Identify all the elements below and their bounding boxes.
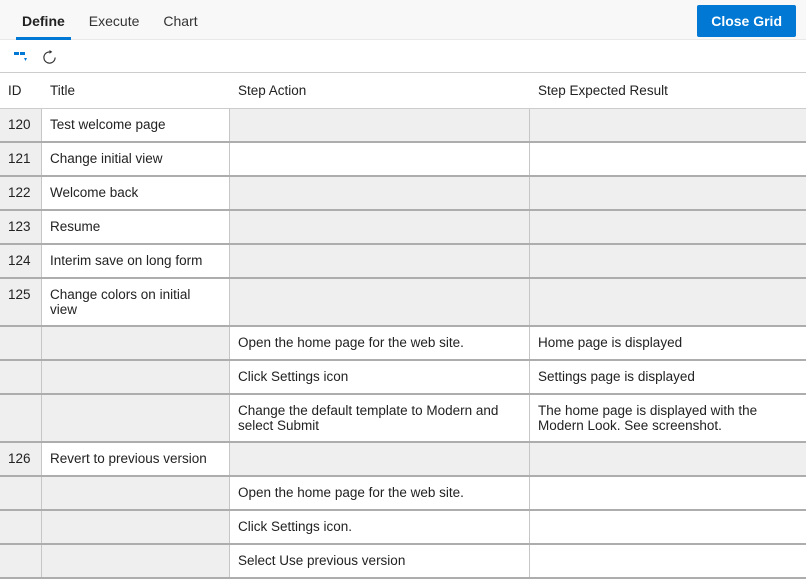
cell-id <box>0 477 42 509</box>
cell-step-action[interactable]: Open the home page for the web site. <box>230 477 530 509</box>
cell-step-action[interactable] <box>230 279 530 325</box>
table-row[interactable]: Click Settings iconSettings page is disp… <box>0 361 806 395</box>
cell-step-action[interactable] <box>230 143 530 175</box>
cell-step-result[interactable] <box>530 143 806 175</box>
table-row[interactable]: Change the default template to Modern an… <box>0 395 806 443</box>
cell-step-action[interactable]: Change the default template to Modern an… <box>230 395 530 441</box>
cell-title[interactable]: Test welcome page <box>42 109 230 141</box>
cell-id: 121 <box>0 143 42 175</box>
cell-step-action[interactable]: Click Settings icon <box>230 361 530 393</box>
cell-step-result[interactable] <box>530 477 806 509</box>
cell-id: 120 <box>0 109 42 141</box>
table-row[interactable]: 125Change colors on initial view <box>0 279 806 327</box>
cell-title[interactable] <box>42 511 230 543</box>
cell-title[interactable] <box>42 361 230 393</box>
table-row[interactable]: 121Change initial view <box>0 143 806 177</box>
tab-execute[interactable]: Execute <box>77 3 152 39</box>
cell-id: 123 <box>0 211 42 243</box>
cell-title[interactable]: Change initial view <box>42 143 230 175</box>
table-row[interactable]: Open the home page for the web site.Home… <box>0 327 806 361</box>
cell-id <box>0 545 42 577</box>
table-row[interactable]: 122Welcome back <box>0 177 806 211</box>
cell-step-result[interactable]: The home page is displayed with the Mode… <box>530 395 806 441</box>
cell-title[interactable]: Welcome back <box>42 177 230 209</box>
cell-id: 124 <box>0 245 42 277</box>
cell-step-action[interactable] <box>230 245 530 277</box>
cell-id: 122 <box>0 177 42 209</box>
cell-step-result[interactable]: Home page is displayed <box>530 327 806 359</box>
cell-step-result[interactable] <box>530 211 806 243</box>
table-row[interactable]: 123Resume <box>0 211 806 245</box>
tab-chart[interactable]: Chart <box>151 3 209 39</box>
cell-id <box>0 511 42 543</box>
col-header-title[interactable]: Title <box>42 73 230 108</box>
toolbar <box>0 40 806 72</box>
cell-step-action[interactable] <box>230 177 530 209</box>
cell-step-result[interactable] <box>530 511 806 543</box>
cell-title[interactable] <box>42 395 230 441</box>
table-row[interactable]: 124Interim save on long form <box>0 245 806 279</box>
cell-step-action[interactable] <box>230 211 530 243</box>
table-row[interactable]: 126Revert to previous version <box>0 443 806 477</box>
cell-title[interactable]: Revert to previous version <box>42 443 230 475</box>
cell-step-result[interactable]: Settings page is displayed <box>530 361 806 393</box>
grid-body: 120Test welcome page121Change initial vi… <box>0 109 806 579</box>
close-grid-button[interactable]: Close Grid <box>697 5 796 37</box>
header-bar: Define Execute Chart Close Grid <box>0 0 806 40</box>
table-row[interactable]: 120Test welcome page <box>0 109 806 143</box>
table-row[interactable]: Open the home page for the web site. <box>0 477 806 511</box>
cell-id <box>0 395 42 441</box>
cell-step-action[interactable]: Select Use previous version <box>230 545 530 577</box>
cell-step-action[interactable] <box>230 109 530 141</box>
col-header-action[interactable]: Step Action <box>230 73 530 108</box>
cell-step-action[interactable]: Open the home page for the web site. <box>230 327 530 359</box>
cell-title[interactable] <box>42 545 230 577</box>
cell-step-result[interactable] <box>530 443 806 475</box>
refresh-icon[interactable] <box>40 48 58 66</box>
column-options-icon[interactable] <box>12 48 30 66</box>
cell-id <box>0 327 42 359</box>
cell-step-result[interactable] <box>530 177 806 209</box>
table-row[interactable]: Click Settings icon. <box>0 511 806 545</box>
cell-step-result[interactable] <box>530 279 806 325</box>
cell-title[interactable]: Interim save on long form <box>42 245 230 277</box>
cell-title[interactable]: Change colors on initial view <box>42 279 230 325</box>
cell-step-result[interactable] <box>530 545 806 577</box>
cell-id: 125 <box>0 279 42 325</box>
cell-title[interactable] <box>42 477 230 509</box>
cell-step-result[interactable] <box>530 109 806 141</box>
cell-step-action[interactable] <box>230 443 530 475</box>
table-row[interactable]: Select Use previous version <box>0 545 806 579</box>
cell-title[interactable]: Resume <box>42 211 230 243</box>
grid-header: ID Title Step Action Step Expected Resul… <box>0 73 806 109</box>
cell-id: 126 <box>0 443 42 475</box>
cell-id <box>0 361 42 393</box>
cell-title[interactable] <box>42 327 230 359</box>
tab-define[interactable]: Define <box>10 3 77 39</box>
cell-step-result[interactable] <box>530 245 806 277</box>
tabs: Define Execute Chart <box>10 2 210 39</box>
col-header-result[interactable]: Step Expected Result <box>530 73 806 108</box>
col-header-id[interactable]: ID <box>0 73 42 108</box>
grid: ID Title Step Action Step Expected Resul… <box>0 72 806 579</box>
cell-step-action[interactable]: Click Settings icon. <box>230 511 530 543</box>
